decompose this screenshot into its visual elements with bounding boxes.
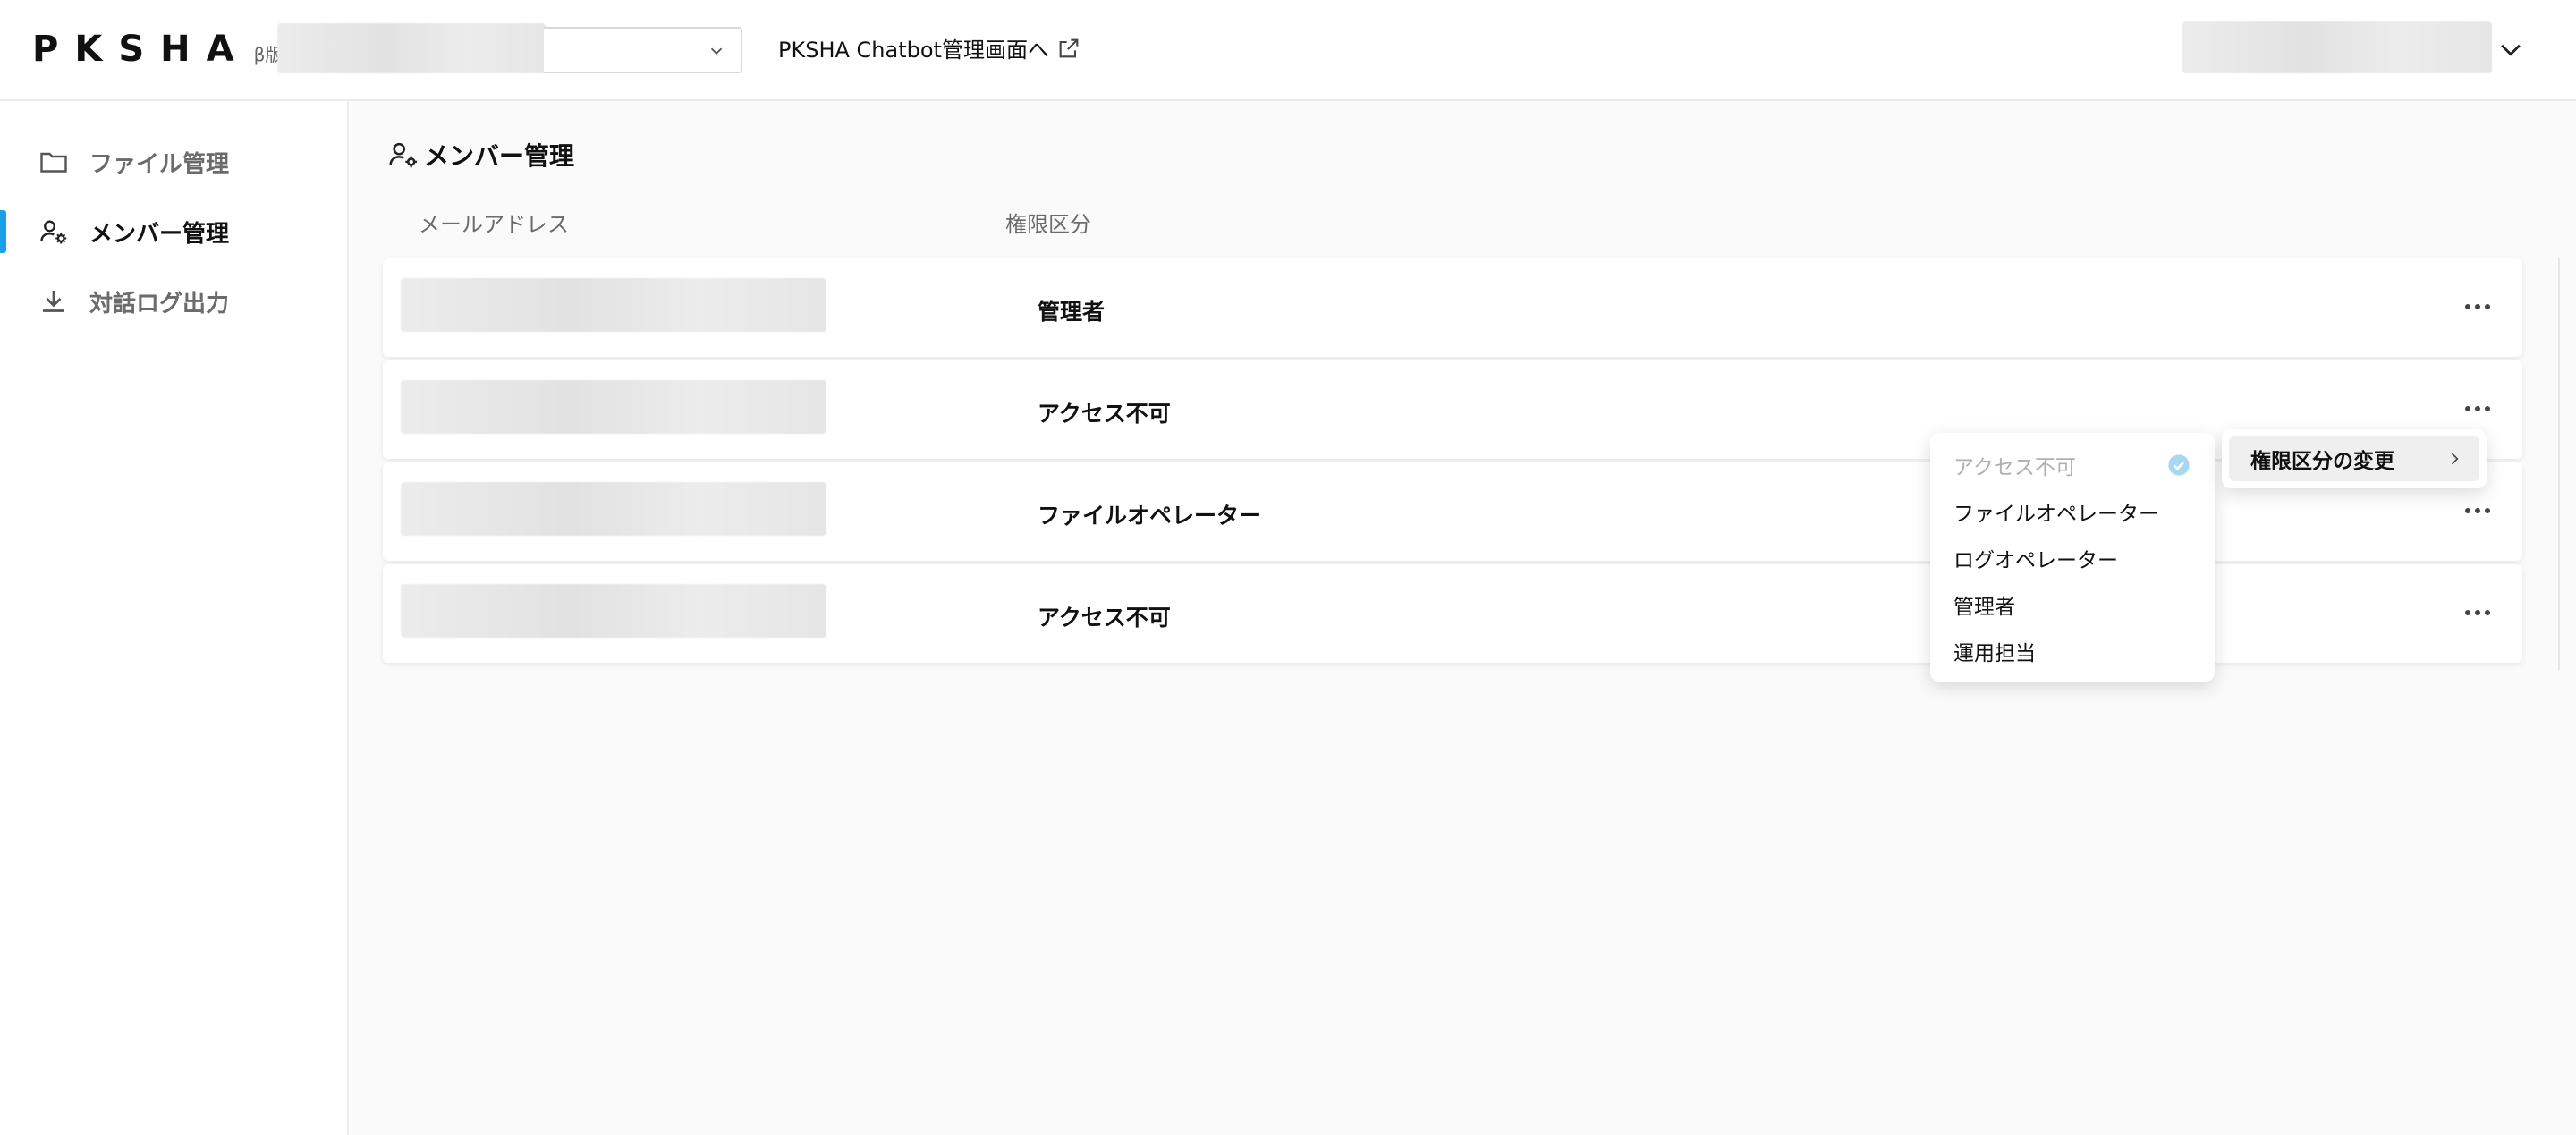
main-content: メンバー管理 メールアドレス 権限区分 管理者 アクセス不可 ファイルオペレータ…	[351, 101, 2576, 1135]
role-option-log-operator[interactable]: ログオペレーター	[1930, 535, 2215, 581]
chevron-down-icon[interactable]	[2496, 34, 2526, 64]
sidebar-item-label: ファイル管理	[89, 150, 230, 178]
email-redacted	[401, 278, 826, 332]
role-option-label: 管理者	[1953, 596, 2015, 619]
chevron-down-icon	[710, 47, 723, 55]
top-header: PKSHA β版 PKSHA Chatbot管理画面へ	[0, 0, 2576, 101]
role-value: アクセス不可	[1038, 605, 1171, 631]
role-option-operations[interactable]: 運用担当	[1930, 628, 2215, 674]
role-options-menu: アクセス不可 ファイルオペレーター ログオペレーター 管理者 運用担当	[1930, 433, 2215, 682]
organization-name-redacted	[277, 23, 546, 73]
logo-text: PKSHA	[32, 29, 250, 70]
user-settings-icon	[389, 142, 418, 168]
download-icon	[43, 291, 64, 312]
role-value: ファイルオペレーター	[1038, 503, 1262, 529]
sidebar-item-member-management[interactable]: メンバー管理	[0, 205, 347, 258]
column-header-role: 権限区分	[1005, 212, 1091, 237]
chatbot-admin-link[interactable]: PKSHA Chatbot管理画面へ	[778, 32, 1081, 64]
more-options-icon[interactable]	[2460, 291, 2496, 323]
role-value: 管理者	[1038, 299, 1106, 325]
scrollbar-track[interactable]	[2558, 258, 2560, 670]
role-option-label: ログオペレーター	[1953, 549, 2118, 572]
more-options-icon[interactable]	[2460, 393, 2496, 425]
sidebar-item-chat-log-export[interactable]: 対話ログ出力	[0, 275, 347, 328]
column-header-email: メールアドレス	[419, 212, 569, 237]
app-logo[interactable]: PKSHA β版	[32, 29, 283, 70]
change-role-menu-item[interactable]: 権限区分の変更	[2229, 436, 2479, 481]
role-option-label: アクセス不可	[1953, 456, 2076, 479]
table-row: 管理者	[383, 258, 2522, 357]
email-redacted	[401, 584, 826, 638]
change-role-label: 権限区分の変更	[2250, 450, 2394, 473]
more-options-icon[interactable]	[2460, 495, 2496, 527]
user-account-redacted[interactable]	[2182, 21, 2492, 73]
role-option-admin[interactable]: 管理者	[1930, 581, 2215, 628]
sidebar: ファイル管理 メンバー管理 対話ログ出力	[0, 101, 349, 1135]
page-title-text: メンバー管理	[424, 141, 575, 171]
organization-select[interactable]	[544, 27, 742, 73]
role-option-no-access: アクセス不可	[1930, 442, 2215, 488]
role-value: アクセス不可	[1038, 401, 1171, 427]
role-option-label: ファイルオペレーター	[1953, 503, 2159, 526]
email-redacted	[401, 482, 826, 536]
row-context-menu: 権限区分の変更	[2222, 429, 2487, 488]
page-title: メンバー管理	[386, 137, 574, 173]
external-link-icon	[1059, 38, 1079, 57]
email-redacted	[401, 380, 826, 434]
role-option-label: 運用担当	[1953, 642, 2036, 665]
sidebar-item-label: 対話ログ出力	[89, 290, 230, 318]
chatbot-admin-link-label: PKSHA Chatbot管理画面へ	[778, 38, 1049, 63]
check-circle-icon	[2168, 454, 2190, 476]
user-settings-icon	[40, 220, 67, 244]
more-options-icon[interactable]	[2460, 597, 2496, 629]
sidebar-item-file-management[interactable]: ファイル管理	[0, 135, 347, 189]
sidebar-item-label: メンバー管理	[89, 220, 230, 248]
role-option-file-operator[interactable]: ファイルオペレーター	[1930, 488, 2215, 535]
folder-icon	[40, 152, 67, 173]
chevron-right-icon	[2451, 453, 2459, 465]
